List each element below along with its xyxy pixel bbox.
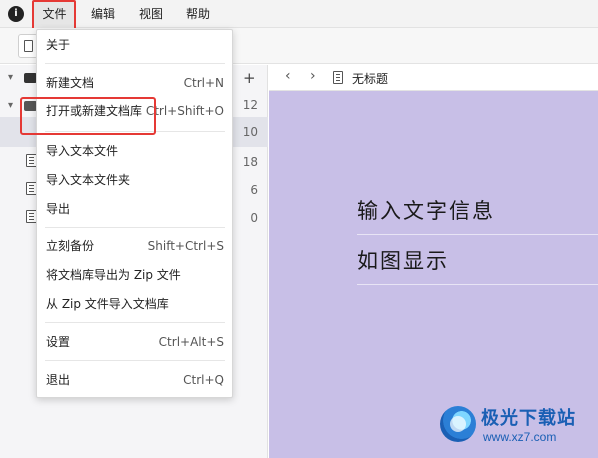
menu-item-label: 关于 (46, 38, 71, 52)
menu-item-backup-now[interactable]: 立刻备份 Shift+Ctrl+S (37, 233, 232, 259)
watermark-name: 极光下载站 (481, 408, 576, 429)
item-count: 10 (242, 125, 258, 139)
file-menu-dropdown: 关于 新建文档 Ctrl+N 打开或新建文档库 Ctrl+Shift+O 导入文… (36, 29, 233, 398)
menu-item-label: 新建文档 (46, 76, 95, 90)
watermark-logo-icon (440, 406, 476, 442)
menu-item-import-zip[interactable]: 从 Zip 文件导入文档库 (37, 291, 232, 317)
forward-button[interactable]: › (310, 68, 316, 84)
menu-item-shortcut: Ctrl+Q (183, 373, 224, 387)
menu-item-new-document[interactable]: 新建文档 Ctrl+N (37, 70, 232, 96)
item-count: 6 (250, 183, 258, 197)
watermark-url: www.xz7.com (483, 430, 557, 444)
document-icon (24, 40, 33, 52)
chevron-down-icon[interactable]: ▾ (8, 100, 13, 111)
menu-item-settings[interactable]: 设置 Ctrl+Alt+S (37, 329, 232, 355)
item-count: 0 (250, 211, 258, 225)
chevron-down-icon[interactable]: ▾ (8, 72, 13, 83)
highlight-box-file (32, 0, 76, 30)
info-circle-icon[interactable]: i (8, 6, 24, 22)
document-icon (333, 71, 343, 84)
menu-item-export-zip[interactable]: 将文档库导出为 Zip 文件 (37, 262, 232, 288)
highlight-box-open-library (20, 97, 156, 135)
menu-item-label: 退出 (46, 373, 71, 387)
item-count: 12 (242, 98, 258, 112)
menu-item-label: 从 Zip 文件导入文档库 (46, 297, 169, 311)
menu-item-label: 导出 (46, 202, 71, 216)
back-button[interactable]: ‹ (285, 68, 291, 84)
menu-item-about[interactable]: 关于 (37, 32, 232, 58)
menu-item-label: 将文档库导出为 Zip 文件 (46, 268, 181, 282)
editor-header: ‹ › 无标题 (269, 65, 598, 91)
menu-separator (45, 322, 225, 323)
menu-item-label: 导入文本文件 (46, 144, 119, 158)
menu-separator (45, 227, 225, 228)
editor-line[interactable]: 如图显示 (357, 244, 598, 285)
menu-help[interactable]: 帮助 (186, 0, 210, 28)
menu-item-shortcut: Ctrl+N (183, 76, 224, 90)
menu-item-import-text-folder[interactable]: 导入文本文件夹 (37, 167, 232, 193)
menu-item-shortcut: Shift+Ctrl+S (147, 239, 224, 253)
document-title[interactable]: 无标题 (352, 70, 388, 87)
menu-item-label: 设置 (46, 335, 71, 349)
menu-item-shortcut: Ctrl+Alt+S (158, 335, 224, 349)
menu-edit[interactable]: 编辑 (91, 0, 115, 28)
new-document-button[interactable] (18, 34, 38, 58)
menu-view[interactable]: 视图 (139, 0, 163, 28)
menu-item-label: 导入文本文件夹 (46, 173, 131, 187)
editor-line[interactable]: 输入文字信息 (357, 194, 598, 235)
menu-item-export[interactable]: 导出 (37, 196, 232, 222)
menu-separator (45, 360, 225, 361)
add-button[interactable]: + (243, 69, 256, 87)
menu-item-exit[interactable]: 退出 Ctrl+Q (37, 367, 232, 393)
menu-item-import-text-file[interactable]: 导入文本文件 (37, 138, 232, 164)
menu-bar: i 文件 编辑 视图 帮助 (0, 0, 598, 30)
item-count: 18 (242, 155, 258, 169)
menu-item-shortcut: Ctrl+Shift+O (145, 104, 224, 118)
menu-item-label: 立刻备份 (46, 239, 95, 253)
menu-separator (45, 63, 225, 64)
watermark: 极光下载站 www.xz7.com (437, 398, 589, 450)
